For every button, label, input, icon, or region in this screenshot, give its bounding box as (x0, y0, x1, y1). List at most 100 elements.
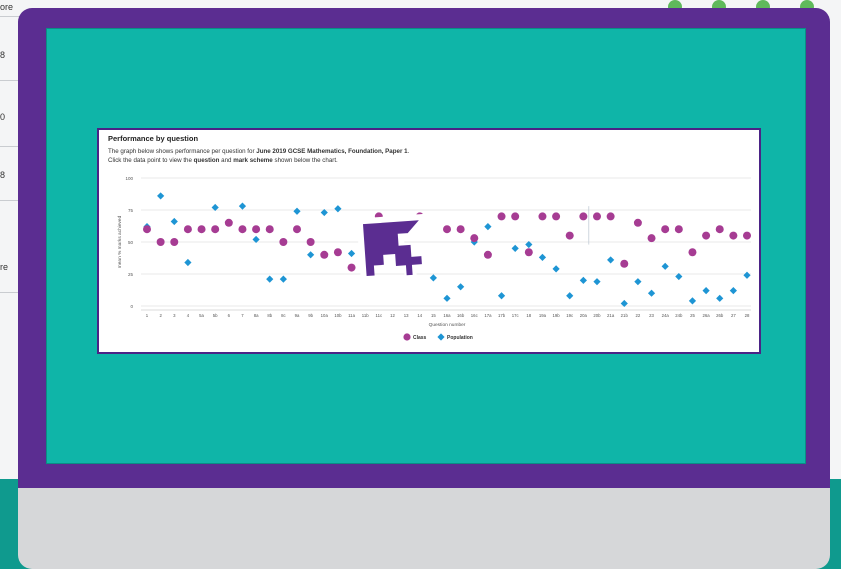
population-point (511, 244, 519, 252)
class-point (565, 231, 574, 240)
pointer-cursor-icon (356, 213, 429, 283)
background-label: 0 (0, 112, 6, 122)
x-tick-label: 26a (703, 313, 711, 318)
x-tick-label: 27 (731, 313, 736, 318)
x-tick-label: 5b (213, 313, 218, 318)
class-point (183, 225, 192, 234)
x-tick-label: 26b (716, 313, 724, 318)
x-axis-label: Question number (429, 322, 466, 328)
background-label: ore (0, 2, 14, 12)
class-point (579, 212, 588, 221)
x-tick-label: 11a (348, 313, 355, 318)
x-tick-label: 15 (431, 313, 436, 318)
x-tick-label: 17b (498, 313, 506, 318)
population-point (552, 265, 560, 273)
class-point (715, 225, 724, 234)
population-point (170, 217, 178, 226)
x-tick-label: 13 (404, 313, 409, 318)
population-point (184, 258, 192, 267)
x-tick-label: 20a (580, 313, 588, 318)
y-tick-label: 50 (128, 240, 134, 245)
class-point (497, 212, 506, 221)
class-point (238, 225, 247, 234)
x-tick-label: 4 (187, 313, 190, 318)
y-tick-label: 25 (128, 272, 134, 277)
population-point (716, 294, 724, 302)
x-tick-label: 14 (417, 313, 422, 318)
population-point (538, 253, 547, 261)
class-point (674, 225, 683, 234)
x-tick-label: 8a (254, 313, 259, 318)
x-tick-label: 11b (362, 313, 369, 318)
class-point (197, 225, 206, 234)
y-tick-label: 0 (130, 304, 133, 309)
class-point (252, 225, 261, 234)
x-tick-label: 19b (553, 313, 561, 318)
population-point (688, 297, 697, 305)
x-tick-label: 24b (675, 313, 683, 318)
x-tick-label: 10a (321, 313, 329, 318)
population-point (743, 271, 751, 279)
x-tick-label: 8c (281, 313, 286, 318)
x-tick-label: 9b (308, 313, 313, 318)
class-point (333, 248, 342, 257)
class-point (211, 225, 220, 234)
monitor-chin (18, 488, 830, 569)
x-tick-label: 16b (457, 313, 465, 318)
class-point (483, 250, 492, 259)
x-tick-label: 17c (512, 313, 520, 318)
class-point (143, 225, 151, 234)
class-point (456, 225, 465, 234)
population-point (607, 256, 615, 264)
x-tick-label: 3 (173, 313, 176, 318)
x-tick-label: 6 (228, 313, 231, 318)
x-tick-label: 21b (621, 313, 629, 318)
class-point (443, 225, 451, 234)
population-point (334, 205, 342, 213)
class-point (620, 259, 629, 268)
x-tick-label: 11c (376, 313, 383, 318)
class-point (265, 225, 274, 234)
class-point (552, 212, 561, 221)
legend-class-label: Class (413, 335, 427, 341)
x-tick-label: 8b (267, 313, 272, 318)
population-point (157, 192, 165, 200)
class-point (661, 225, 670, 234)
class-point (156, 238, 165, 246)
x-tick-label: 25 (690, 313, 695, 318)
class-point (743, 231, 751, 240)
population-point (634, 278, 642, 286)
background-label: 8 (0, 170, 6, 180)
population-point (579, 276, 587, 284)
population-point (729, 287, 737, 295)
class-point (633, 218, 642, 227)
x-tick-label: 7 (241, 313, 244, 318)
population-point (661, 262, 669, 270)
class-point (538, 212, 547, 221)
x-tick-label: 19c (566, 313, 574, 318)
class-point (320, 250, 329, 259)
x-tick-label: 20b (593, 313, 601, 318)
x-tick-label: 16a (443, 313, 451, 318)
x-tick-label: 18 (526, 313, 531, 318)
x-tick-label: 12 (390, 313, 395, 318)
class-point (593, 212, 601, 221)
class-point (170, 238, 179, 246)
class-point (606, 212, 615, 221)
population-point (457, 283, 465, 291)
class-point (647, 234, 656, 243)
class-point (688, 248, 697, 257)
x-tick-label: 9a (295, 313, 300, 318)
x-tick-label: 28 (745, 313, 750, 318)
class-point (729, 231, 738, 240)
population-point (238, 202, 247, 210)
population-point (497, 292, 506, 300)
population-point (443, 294, 451, 302)
population-point (279, 275, 287, 283)
population-point (307, 251, 315, 259)
background-label: re (0, 262, 9, 272)
legend-class-marker (403, 333, 411, 341)
population-point (647, 289, 656, 297)
x-tick-label: 23 (649, 313, 654, 318)
x-tick-label: 19a (539, 313, 547, 318)
